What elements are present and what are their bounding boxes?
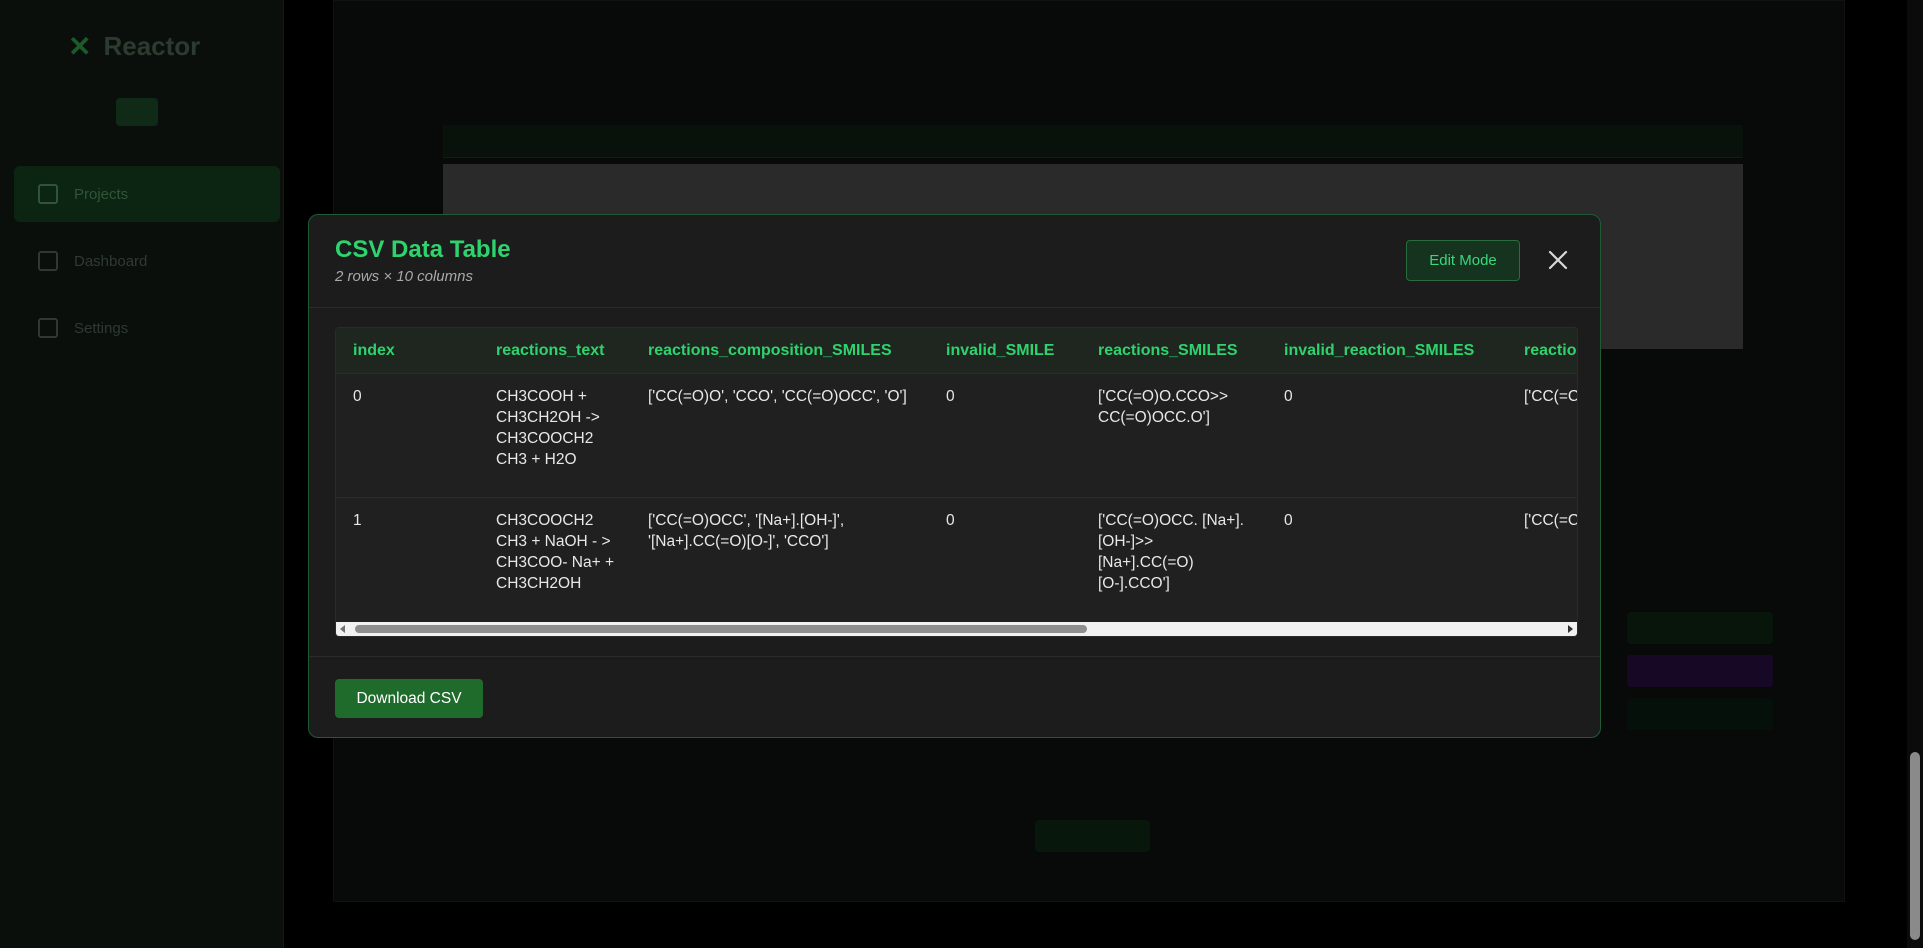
modal-header: CSV Data Table 2 rows × 10 columns Edit … — [309, 215, 1600, 308]
dashboard-icon — [38, 251, 58, 271]
csv-table-modal: CSV Data Table 2 rows × 10 columns Edit … — [308, 214, 1601, 738]
page-scrollbar[interactable] — [1907, 0, 1923, 948]
download-csv-button[interactable]: Download CSV — [335, 679, 483, 718]
table-cell: CH3COOCH2 CH3 + NaOH - > CH3COO- Na+ + C… — [496, 512, 615, 592]
sidebar-nav: Projects Dashboard Settings — [14, 166, 280, 367]
column-header[interactable]: reactions_composition_SMILES — [631, 328, 929, 374]
table-cell: 0 — [946, 512, 955, 529]
table-header-row: index reactions_text reactions_compositi… — [336, 328, 1577, 374]
table-cell: ['CC(=O)OCC', '[Na+].[OH-]', '[Na+].CC(=… — [648, 512, 845, 550]
sidebar-item-label: Projects — [74, 185, 129, 203]
table-cell: 0 — [336, 373, 479, 498]
close-icon — [1548, 250, 1568, 270]
edit-mode-button[interactable]: Edit Mode — [1406, 240, 1520, 281]
table-cell: ['CC(=C COC(=( — [1507, 373, 1577, 498]
table-row: 0 CH3COOH + CH3CH2OH -> CH3COOCH2 CH3 + … — [336, 373, 1577, 498]
sidebar: ✕ Reactor Projects Dashboard Settings — [0, 0, 284, 948]
modal-title: CSV Data Table — [335, 236, 511, 263]
data-table: index reactions_text reactions_compositi… — [336, 328, 1578, 621]
column-header[interactable]: invalid_reaction_SMILES — [1267, 328, 1507, 374]
sidebar-item-label: Settings — [74, 319, 129, 337]
sidebar-item-projects[interactable]: Projects — [14, 166, 280, 222]
modal-subtitle: 2 rows × 10 columns — [335, 268, 473, 285]
app-name: Reactor — [103, 31, 201, 61]
background-button[interactable] — [1627, 698, 1773, 730]
column-header[interactable]: index — [336, 328, 479, 374]
column-header[interactable]: invalid_SMILE — [929, 328, 1081, 374]
table-cell: 0 — [1284, 512, 1293, 529]
background-button[interactable] — [1627, 655, 1773, 687]
table-cell: 0 — [1267, 373, 1507, 498]
app-logo: ✕ Reactor — [68, 30, 200, 63]
sidebar-collapse-button[interactable] — [116, 98, 158, 126]
horizontal-scrollbar[interactable] — [336, 622, 1577, 636]
background-tabbar — [443, 125, 1743, 158]
sidebar-item-dashboard[interactable]: Dashboard — [14, 233, 280, 289]
table-row: 1 CH3COOCH2 CH3 + NaOH - > CH3COO- Na+ +… — [336, 498, 1578, 621]
table-cell: 1 — [353, 512, 362, 529]
modal-footer: Download CSV — [309, 656, 1600, 737]
sidebar-item-label: Dashboard — [74, 252, 148, 270]
scroll-left-arrow-icon[interactable] — [340, 625, 345, 633]
table-cell: CH3COOH + CH3CH2OH -> CH3COOCH2 CH3 + H2… — [479, 373, 631, 498]
settings-icon — [38, 318, 58, 338]
column-header[interactable]: reactions_text — [479, 328, 631, 374]
projects-icon — [38, 184, 58, 204]
logo-icon: ✕ — [68, 31, 92, 62]
background-button[interactable] — [1627, 612, 1773, 644]
table-cell: ['CC(=O)OCC. [Na+].[OH-]>> [Na+].CC(=O) … — [1098, 512, 1244, 592]
background-button[interactable] — [1035, 820, 1150, 852]
column-header[interactable]: reactio — [1507, 328, 1577, 374]
close-button[interactable] — [1544, 246, 1572, 274]
page-scrollbar-thumb[interactable] — [1910, 752, 1920, 940]
scroll-right-arrow-icon[interactable] — [1568, 625, 1573, 633]
column-header[interactable]: reactions_SMILES — [1081, 328, 1267, 374]
horizontal-scrollbar-thumb[interactable] — [355, 625, 1087, 633]
sidebar-item-settings[interactable]: Settings — [14, 300, 280, 356]
table-cell: ['CC(=C [OH-]>> [O-]C(= — [1524, 512, 1578, 529]
table-cell: 0 — [929, 373, 1081, 498]
data-table-container[interactable]: index reactions_text reactions_compositi… — [335, 327, 1578, 637]
table-cell: ['CC(=O)O.CCO>> CC(=O)OCC.O'] — [1081, 373, 1267, 498]
table-cell: ['CC(=O)O', 'CCO', 'CC(=O)OCC', 'O'] — [631, 373, 929, 498]
